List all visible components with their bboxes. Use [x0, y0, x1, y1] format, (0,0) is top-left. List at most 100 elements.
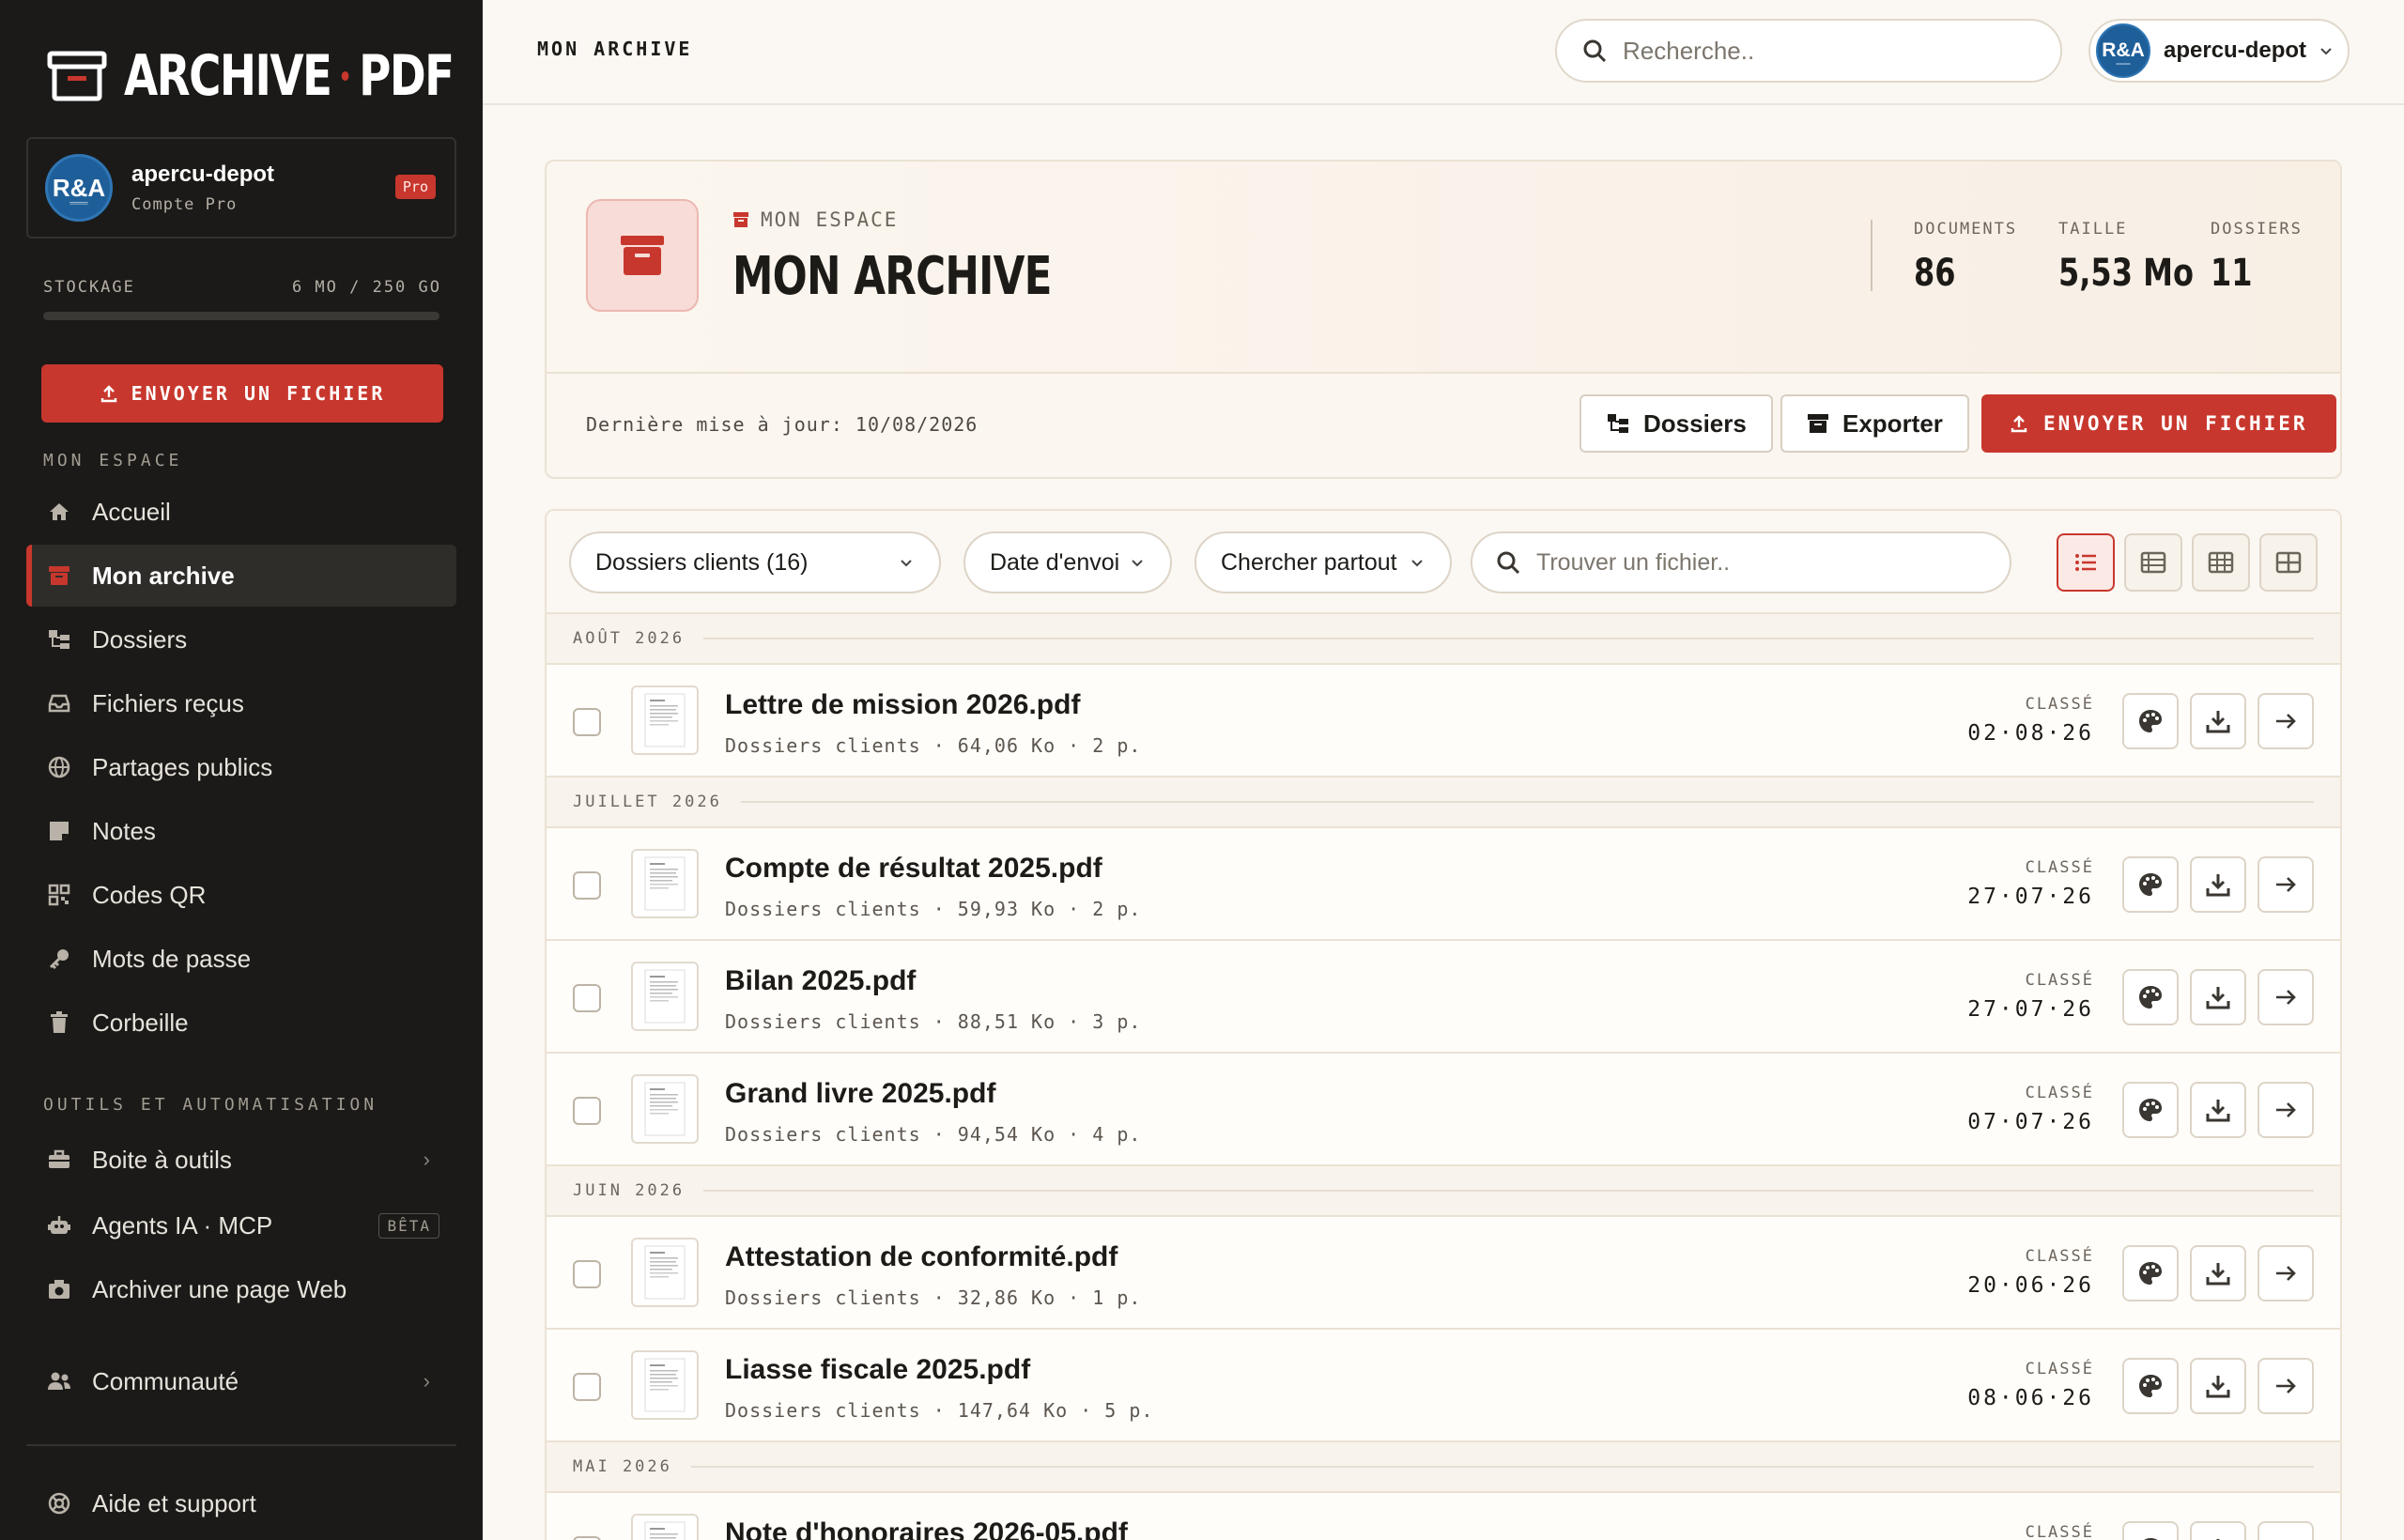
- file-thumbnail[interactable]: [631, 685, 699, 755]
- file-row[interactable]: Note d'honoraires 2026-05.pdf CLASSÉ: [547, 1493, 2340, 1540]
- classed-label: CLASSÉ: [2025, 1247, 2094, 1266]
- sidebar-item-archiver-page-web[interactable]: Archiver une page Web: [26, 1258, 456, 1320]
- file-row[interactable]: Bilan 2025.pdf Dossiers clients · 88,51 K…: [547, 941, 2340, 1054]
- row-checkbox[interactable]: [573, 984, 601, 1012]
- open-button[interactable]: [2258, 693, 2314, 749]
- download-button[interactable]: [2190, 1358, 2246, 1414]
- palette-icon: [2139, 1099, 2162, 1121]
- customize-button[interactable]: [2122, 693, 2179, 749]
- export-button[interactable]: Exporter: [1780, 394, 1969, 453]
- open-button[interactable]: [2258, 856, 2314, 913]
- pdf-thumbnail-icon: [644, 1082, 686, 1136]
- row-checkbox[interactable]: [573, 1373, 601, 1401]
- sidebar-item-codes-qr[interactable]: Codes QR: [26, 864, 456, 926]
- brand-logo[interactable]: ARCHIVE PDF: [47, 43, 546, 109]
- file-row[interactable]: Liasse fiscale 2025.pdf Dossiers clients …: [547, 1330, 2340, 1442]
- customize-button[interactable]: [2122, 969, 2179, 1025]
- sidebar-item-notes[interactable]: Notes: [26, 800, 456, 862]
- view-grid-button[interactable]: [2259, 533, 2318, 592]
- file-search-placeholder: Trouver un fichier..: [1536, 548, 1731, 576]
- archive-icon: [1808, 414, 1828, 433]
- file-row[interactable]: Compte de résultat 2025.pdf Dossiers clie…: [547, 828, 2340, 941]
- sidebar-item-mots-de-passe[interactable]: Mots de passe: [26, 928, 456, 990]
- file-thumbnail[interactable]: [631, 962, 699, 1031]
- classed-date-value: 07·07·26: [1967, 1110, 2094, 1134]
- download-button[interactable]: [2190, 969, 2246, 1025]
- sidebar-item-corbeille[interactable]: Corbeille: [26, 992, 456, 1054]
- file-name[interactable]: Compte de résultat 2025.pdf: [725, 853, 1102, 885]
- download-button[interactable]: [2190, 1521, 2246, 1540]
- file-name[interactable]: Lettre de mission 2026.pdf: [725, 689, 1080, 721]
- scope-select[interactable]: Chercher partout: [1194, 531, 1452, 593]
- file-name[interactable]: Attestation de conformité.pdf: [725, 1241, 1117, 1273]
- file-row[interactable]: Lettre de mission 2026.pdf Dossiers clien…: [547, 665, 2340, 778]
- sidebar-upload-button[interactable]: ENVOYER UN FICHIER: [41, 364, 443, 423]
- file-thumbnail[interactable]: [631, 1350, 699, 1420]
- sidebar-item-mon-archive[interactable]: Mon archive: [26, 545, 456, 607]
- row-checkbox[interactable]: [573, 708, 601, 736]
- sort-select[interactable]: Date d'envoi: [963, 531, 1172, 593]
- file-search-input[interactable]: Trouver un fichier..: [1471, 531, 2011, 593]
- file-name[interactable]: Bilan 2025.pdf: [725, 965, 916, 997]
- sidebar-item-boite-a-outils[interactable]: Boite à outils ›: [26, 1129, 456, 1191]
- file-thumbnail[interactable]: [631, 1074, 699, 1144]
- view-compact-button[interactable]: [2124, 533, 2182, 592]
- sidebar-item-fichiers-recus[interactable]: Fichiers reçus: [26, 672, 456, 734]
- download-button[interactable]: [2190, 693, 2246, 749]
- upload-button[interactable]: ENVOYER UN FICHIER: [1981, 394, 2336, 453]
- sidebar-item-label: Accueil: [92, 497, 171, 526]
- sidebar-item-agents-ia[interactable]: Agents IA · MCP BÊTA: [26, 1194, 456, 1256]
- sidebar-item-partages-publics[interactable]: Partages publics: [26, 736, 456, 798]
- file-name[interactable]: Note d'honoraires 2026-05.pdf: [725, 1517, 1128, 1540]
- avatar: R&A ═══: [2096, 23, 2150, 78]
- view-table-button[interactable]: [2192, 533, 2250, 592]
- archive-icon: [47, 563, 71, 588]
- sidebar-item-label: Mon archive: [92, 561, 235, 590]
- customize-button[interactable]: [2122, 1245, 2179, 1301]
- file-row[interactable]: Grand livre 2025.pdf Dossiers clients · 9…: [547, 1054, 2340, 1166]
- download-button[interactable]: [2190, 1082, 2246, 1138]
- robot-icon: [47, 1213, 71, 1238]
- folders-button[interactable]: Dossiers: [1580, 394, 1773, 453]
- classed-date-value: 20·06·26: [1967, 1273, 2094, 1298]
- download-button[interactable]: [2190, 856, 2246, 913]
- file-meta: Dossiers clients · 94,54 Ko · 4 p.: [725, 1123, 1142, 1146]
- group-divider: [690, 1466, 2314, 1468]
- customize-button[interactable]: [2122, 1082, 2179, 1138]
- view-list-button[interactable]: [2057, 533, 2115, 592]
- open-button[interactable]: [2258, 969, 2314, 1025]
- customize-button[interactable]: [2122, 856, 2179, 913]
- user-menu[interactable]: R&A ═══ apercu-depot: [2088, 19, 2350, 83]
- inbox-icon: [47, 691, 71, 716]
- scope-value: Chercher partout: [1221, 548, 1397, 576]
- customize-button[interactable]: [2122, 1358, 2179, 1414]
- sidebar-item-dossiers[interactable]: Dossiers: [26, 608, 456, 670]
- row-checkbox[interactable]: [573, 871, 601, 900]
- user-name: apercu-depot: [2164, 38, 2307, 63]
- row-checkbox[interactable]: [573, 1260, 601, 1288]
- row-checkbox[interactable]: [573, 1536, 601, 1540]
- file-name[interactable]: Grand livre 2025.pdf: [725, 1078, 995, 1110]
- open-button[interactable]: [2258, 1245, 2314, 1301]
- file-thumbnail[interactable]: [631, 1238, 699, 1307]
- file-row[interactable]: Attestation de conformité.pdf Dossiers cl…: [547, 1217, 2340, 1330]
- month-group-header: JUIN 2026: [547, 1166, 2340, 1217]
- open-button[interactable]: [2258, 1082, 2314, 1138]
- sidebar-item-aide-support[interactable]: Aide et support: [26, 1472, 456, 1534]
- customize-button[interactable]: [2122, 1521, 2179, 1540]
- avatar-mark: ═══: [2116, 61, 2131, 68]
- row-checkbox[interactable]: [573, 1097, 601, 1125]
- global-search-input[interactable]: Recherche..: [1555, 19, 2062, 83]
- account-card[interactable]: R&A ═══ apercu-depot Compte Pro Pro: [26, 137, 456, 239]
- chevron-down-icon: [1411, 560, 1423, 567]
- open-button[interactable]: [2258, 1521, 2314, 1540]
- open-button[interactable]: [2258, 1358, 2314, 1414]
- file-name[interactable]: Liasse fiscale 2025.pdf: [725, 1354, 1030, 1386]
- classed-date: CLASSÉ: [2026, 1523, 2094, 1540]
- file-thumbnail[interactable]: [631, 849, 699, 918]
- download-button[interactable]: [2190, 1245, 2246, 1301]
- sidebar-item-accueil[interactable]: Accueil: [26, 481, 456, 543]
- sidebar-item-communaute[interactable]: Communauté ›: [26, 1350, 456, 1412]
- file-thumbnail[interactable]: [631, 1514, 699, 1540]
- folder-filter-select[interactable]: Dossiers clients (16): [569, 531, 941, 593]
